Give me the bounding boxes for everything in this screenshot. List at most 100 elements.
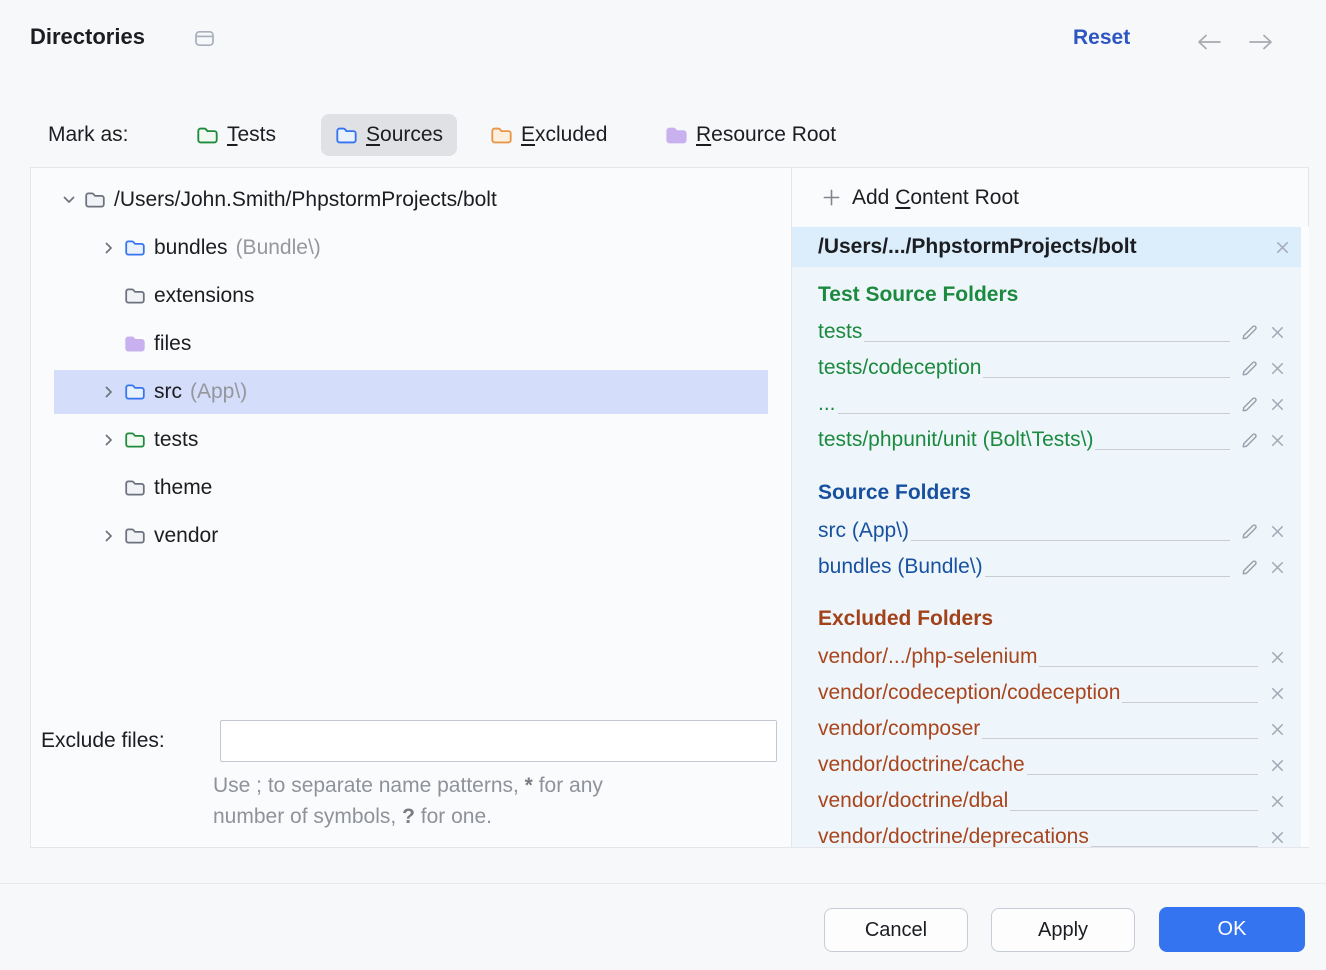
excluded-folder-row[interactable]: vendor/doctrine/cache xyxy=(818,747,1288,783)
remove-folder-icon[interactable] xyxy=(1266,646,1288,668)
folder-icon xyxy=(124,478,146,498)
tree-row-files[interactable]: files xyxy=(54,322,768,366)
tree-row-tests[interactable]: tests xyxy=(54,418,768,462)
tree-item-label: files xyxy=(154,332,191,356)
tree-item-label: theme xyxy=(154,476,212,500)
underline-fill xyxy=(1027,774,1258,775)
content-roots-panel: Add Content Root /Users/.../PhpstormProj… xyxy=(791,168,1309,847)
add-content-root-label: Add Content Root xyxy=(852,186,1019,210)
sources-folder-icon xyxy=(335,125,358,146)
tree-item-annotation: (App\) xyxy=(190,380,247,404)
remove-content-root-icon[interactable] xyxy=(1271,236,1293,258)
reset-link[interactable]: Reset xyxy=(1073,26,1130,50)
chevron-spacer xyxy=(100,335,118,353)
underline-fill xyxy=(1122,702,1258,703)
remove-folder-icon[interactable] xyxy=(1266,429,1288,451)
source-folder-row[interactable]: bundles (Bundle\) xyxy=(818,549,1288,585)
ok-button[interactable]: OK xyxy=(1159,907,1305,952)
tree-item-label: /Users/John.Smith/PhpstormProjects/bolt xyxy=(114,188,497,212)
remove-folder-icon[interactable] xyxy=(1266,321,1288,343)
tree-item-label: tests xyxy=(154,428,198,452)
directories-page-icon xyxy=(194,29,215,53)
folder-icon xyxy=(84,190,106,210)
scrollbar-gutter[interactable] xyxy=(1301,227,1309,847)
excluded-folder-row[interactable]: vendor/composer xyxy=(818,711,1288,747)
remove-folder-icon[interactable] xyxy=(1266,357,1288,379)
remove-folder-icon[interactable] xyxy=(1266,520,1288,542)
cancel-button[interactable]: Cancel xyxy=(824,908,968,952)
chevron-spacer xyxy=(100,479,118,497)
underline-fill xyxy=(985,576,1230,577)
expand-chevron-icon[interactable] xyxy=(100,431,118,449)
mark-as-tests-button[interactable]: Tests xyxy=(196,114,276,156)
expand-chevron-icon[interactable] xyxy=(100,383,118,401)
folder-icon xyxy=(124,526,146,546)
excluded-folders-title: Excluded Folders xyxy=(818,607,993,635)
remove-folder-icon[interactable] xyxy=(1266,754,1288,776)
collapse-chevron-icon[interactable] xyxy=(60,191,78,209)
mark-as-excluded-button[interactable]: Excluded xyxy=(490,114,607,156)
source-folder-row[interactable]: src (App\) xyxy=(818,513,1288,549)
content-root-path-row[interactable]: /Users/.../PhpstormProjects/bolt xyxy=(792,227,1309,267)
edit-folder-icon[interactable] xyxy=(1238,429,1260,451)
test-source-folder-row[interactable]: ... xyxy=(818,386,1288,422)
underline-fill xyxy=(1039,666,1258,667)
mark-as-resource-root-button[interactable]: Resource Root xyxy=(665,114,836,156)
directories-settings-dialog: Directories Reset Mark as: Tests Sources… xyxy=(0,0,1326,970)
remove-folder-icon[interactable] xyxy=(1266,790,1288,812)
tree-row-src-selected[interactable]: src (App\) xyxy=(54,370,768,414)
edit-folder-icon[interactable] xyxy=(1238,357,1260,379)
tree-row-vendor[interactable]: vendor xyxy=(54,514,768,558)
plus-icon xyxy=(822,188,841,207)
directories-panel: /Users/John.Smith/PhpstormProjects/bolt … xyxy=(30,167,1309,848)
remove-folder-icon[interactable] xyxy=(1266,718,1288,740)
test-source-folder-row[interactable]: tests/codeception xyxy=(818,350,1288,386)
tree-item-label: extensions xyxy=(154,284,254,308)
content-root-path: /Users/.../PhpstormProjects/bolt xyxy=(818,235,1137,259)
exclude-files-input[interactable] xyxy=(220,720,777,762)
underline-fill xyxy=(864,341,1230,342)
exclude-files-label: Exclude files: xyxy=(41,729,165,753)
excluded-folder-row[interactable]: vendor/doctrine/deprecations xyxy=(818,819,1288,847)
tests-folder-icon xyxy=(196,125,219,146)
tree-row-theme[interactable]: theme xyxy=(54,466,768,510)
source-folders-title: Source Folders xyxy=(818,481,971,509)
mark-as-sources-label: Sources xyxy=(366,123,443,147)
remove-folder-icon[interactable] xyxy=(1266,393,1288,415)
expand-chevron-icon[interactable] xyxy=(100,527,118,545)
test-source-folder-row[interactable]: tests xyxy=(818,314,1288,350)
folder-icon xyxy=(124,286,146,306)
excluded-folder-row[interactable]: vendor/.../php-selenium xyxy=(818,639,1288,675)
apply-button[interactable]: Apply xyxy=(991,908,1135,952)
resource-root-folder-icon xyxy=(124,334,146,354)
underline-fill xyxy=(1010,810,1258,811)
mark-as-label: Mark as: xyxy=(48,123,129,147)
footer-divider xyxy=(0,883,1326,884)
underline-fill xyxy=(838,413,1230,414)
excluded-folder-icon xyxy=(490,125,513,146)
mark-as-tests-label: Tests xyxy=(227,123,276,147)
forward-arrow-icon[interactable] xyxy=(1246,32,1276,57)
excluded-folder-row[interactable]: vendor/doctrine/dbal xyxy=(818,783,1288,819)
remove-folder-icon[interactable] xyxy=(1266,556,1288,578)
test-source-folder-row[interactable]: tests/phpunit/unit (Bolt\Tests\) xyxy=(818,422,1288,458)
tree-row-extensions[interactable]: extensions xyxy=(54,274,768,318)
resource-root-folder-icon xyxy=(665,125,688,146)
back-arrow-icon[interactable] xyxy=(1194,32,1224,57)
remove-folder-icon[interactable] xyxy=(1266,826,1288,847)
remove-folder-icon[interactable] xyxy=(1266,682,1288,704)
edit-folder-icon[interactable] xyxy=(1238,393,1260,415)
excluded-folder-row[interactable]: vendor/codeception/codeception xyxy=(818,675,1288,711)
tree-row-project-root[interactable]: /Users/John.Smith/PhpstormProjects/bolt xyxy=(54,178,768,222)
edit-folder-icon[interactable] xyxy=(1238,556,1260,578)
edit-folder-icon[interactable] xyxy=(1238,520,1260,542)
content-root-details: Test Source Folders tests tests/codecept… xyxy=(792,267,1309,847)
expand-chevron-icon[interactable] xyxy=(100,239,118,257)
mark-as-sources-button[interactable]: Sources xyxy=(321,114,457,156)
add-content-root-button[interactable]: Add Content Root xyxy=(792,168,1309,227)
tree-row-bundles[interactable]: bundles (Bundle\) xyxy=(54,226,768,270)
edit-folder-icon[interactable] xyxy=(1238,321,1260,343)
mark-as-excluded-label: Excluded xyxy=(521,123,607,147)
test-source-folders-title: Test Source Folders xyxy=(818,283,1018,311)
mark-as-resource-root-label: Resource Root xyxy=(696,123,836,147)
